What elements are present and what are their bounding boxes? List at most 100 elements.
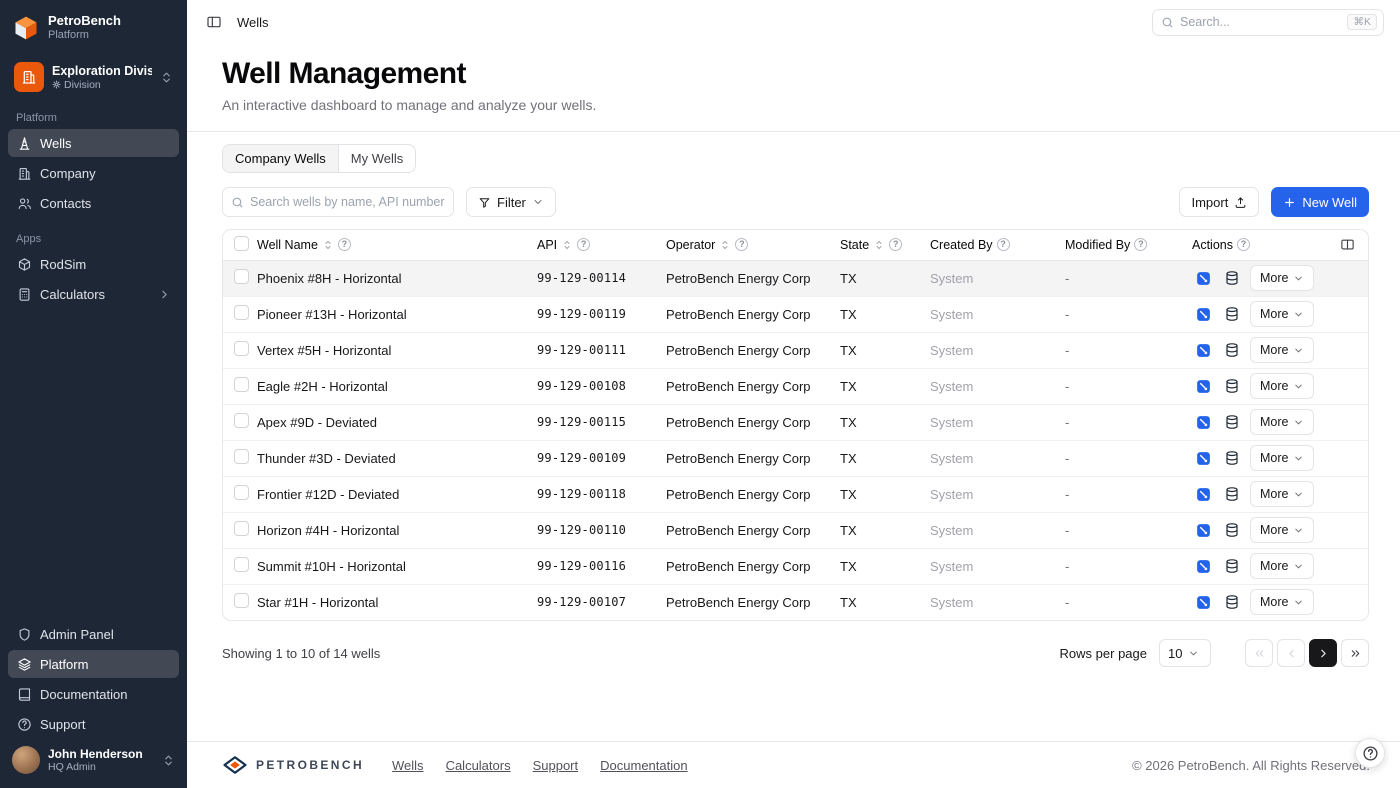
table-row[interactable]: Horizon #4H - Horizontal 99-129-00110 Pe… [223, 512, 1368, 548]
new-well-button[interactable]: New Well [1271, 187, 1369, 217]
table-row[interactable]: Vertex #5H - Horizontal 99-129-00111 Pet… [223, 332, 1368, 368]
wellbore-view-button[interactable] [1192, 591, 1214, 613]
column-visibility-button[interactable] [1335, 233, 1359, 257]
column-header-api[interactable]: API [537, 230, 666, 260]
breadcrumb[interactable]: Wells [237, 15, 269, 30]
wells-search-input[interactable] [250, 195, 445, 209]
sidebar-item-rodsim[interactable]: RodSim [8, 250, 179, 278]
column-header-operator[interactable]: Operator [666, 230, 840, 260]
well-data-button[interactable] [1221, 267, 1243, 289]
global-search[interactable]: ⌘K [1152, 9, 1384, 36]
row-checkbox[interactable] [234, 557, 249, 572]
table-row[interactable]: Pioneer #13H - Horizontal 99-129-00119 P… [223, 296, 1368, 332]
wellbore-view-button[interactable] [1192, 447, 1214, 469]
sort-icon[interactable] [322, 239, 334, 251]
sort-icon[interactable] [873, 239, 885, 251]
well-api: 99-129-00108 [537, 379, 626, 393]
wells-search[interactable] [222, 187, 454, 217]
sidebar-item-calculators[interactable]: Calculators [8, 280, 179, 308]
wellbore-view-button[interactable] [1192, 339, 1214, 361]
sidebar-item-company[interactable]: Company [8, 159, 179, 187]
more-button[interactable]: More [1250, 481, 1314, 507]
sort-icon[interactable] [561, 239, 573, 251]
wellbore-view-button[interactable] [1192, 555, 1214, 577]
first-page-button[interactable] [1245, 639, 1273, 667]
wellbore-view-button[interactable] [1192, 303, 1214, 325]
wellbore-view-button[interactable] [1192, 411, 1214, 433]
wellbore-view-button[interactable] [1192, 375, 1214, 397]
filter-button[interactable]: Filter [466, 187, 556, 217]
select-all-checkbox[interactable] [234, 236, 249, 251]
well-data-button[interactable] [1221, 447, 1243, 469]
well-data-button[interactable] [1221, 519, 1243, 541]
column-header-state[interactable]: State [840, 230, 930, 260]
chevron-down-icon [1293, 597, 1304, 608]
more-button[interactable]: More [1250, 265, 1314, 291]
row-checkbox[interactable] [234, 413, 249, 428]
well-data-button[interactable] [1221, 375, 1243, 397]
column-header-well-name[interactable]: Well Name [257, 230, 537, 260]
table-row[interactable]: Summit #10H - Horizontal 99-129-00116 Pe… [223, 548, 1368, 584]
table-row[interactable]: Apex #9D - Deviated 99-129-00115 PetroBe… [223, 404, 1368, 440]
more-button[interactable]: More [1250, 409, 1314, 435]
sort-icon[interactable] [719, 239, 731, 251]
more-button[interactable]: More [1250, 589, 1314, 615]
table-row[interactable]: Thunder #3D - Deviated 99-129-00109 Petr… [223, 440, 1368, 476]
table-row[interactable]: Eagle #2H - Horizontal 99-129-00108 Petr… [223, 368, 1368, 404]
prev-page-button[interactable] [1277, 639, 1305, 667]
user-menu[interactable]: John Henderson HQ Admin [8, 740, 179, 780]
well-operator: PetroBench Energy Corp [666, 451, 811, 466]
table-row[interactable]: Frontier #12D - Deviated 99-129-00118 Pe… [223, 476, 1368, 512]
sidebar-item-admin-panel[interactable]: Admin Panel [8, 620, 179, 648]
tab-company-wells[interactable]: Company Wells [223, 145, 339, 172]
row-checkbox[interactable] [234, 593, 249, 608]
page-title: Well Management [222, 56, 1368, 92]
well-data-button[interactable] [1221, 591, 1243, 613]
sidebar-item-platform[interactable]: Platform [8, 650, 179, 678]
rows-per-page-select[interactable]: 10 [1159, 639, 1211, 667]
sidebar-item-support[interactable]: Support [8, 710, 179, 738]
more-button[interactable]: More [1250, 301, 1314, 327]
sidebar-item-wells[interactable]: Wells [8, 129, 179, 157]
footer-link-support[interactable]: Support [533, 758, 579, 773]
more-button[interactable]: More [1250, 517, 1314, 543]
next-page-button[interactable] [1309, 639, 1337, 667]
well-data-button[interactable] [1221, 339, 1243, 361]
row-checkbox[interactable] [234, 341, 249, 356]
well-operator: PetroBench Energy Corp [666, 487, 811, 502]
import-button[interactable]: Import [1179, 187, 1259, 217]
wellbore-view-button[interactable] [1192, 519, 1214, 541]
well-data-button[interactable] [1221, 555, 1243, 577]
derrick-icon [16, 135, 32, 151]
well-data-button[interactable] [1221, 303, 1243, 325]
footer-link-wells[interactable]: Wells [392, 758, 424, 773]
well-data-button[interactable] [1221, 483, 1243, 505]
row-checkbox[interactable] [234, 485, 249, 500]
more-button[interactable]: More [1250, 445, 1314, 471]
sidebar-item-contacts[interactable]: Contacts [8, 189, 179, 217]
footer-link-calculators[interactable]: Calculators [446, 758, 511, 773]
last-page-button[interactable] [1341, 639, 1369, 667]
more-button[interactable]: More [1250, 373, 1314, 399]
wellbore-view-button[interactable] [1192, 483, 1214, 505]
row-checkbox[interactable] [234, 269, 249, 284]
row-checkbox[interactable] [234, 377, 249, 392]
more-button[interactable]: More [1250, 337, 1314, 363]
org-switcher[interactable]: Exploration Division Division [8, 56, 179, 98]
row-checkbox[interactable] [234, 521, 249, 536]
global-search-input[interactable] [1180, 15, 1341, 29]
help-fab-button[interactable] [1355, 738, 1385, 768]
more-button[interactable]: More [1250, 553, 1314, 579]
footer-link-documentation[interactable]: Documentation [600, 758, 687, 773]
tab-my-wells[interactable]: My Wells [339, 145, 415, 172]
well-data-button[interactable] [1221, 411, 1243, 433]
row-checkbox[interactable] [234, 449, 249, 464]
sidebar-item-documentation[interactable]: Documentation [8, 680, 179, 708]
sidebar-item-label: Company [40, 166, 96, 181]
wellbore-view-button[interactable] [1192, 267, 1214, 289]
sidebar-toggle-button[interactable] [201, 9, 227, 35]
row-checkbox[interactable] [234, 305, 249, 320]
well-api: 99-129-00114 [537, 271, 626, 285]
table-row[interactable]: Star #1H - Horizontal 99-129-00107 Petro… [223, 584, 1368, 620]
table-row[interactable]: Phoenix #8H - Horizontal 99-129-00114 Pe… [223, 260, 1368, 296]
